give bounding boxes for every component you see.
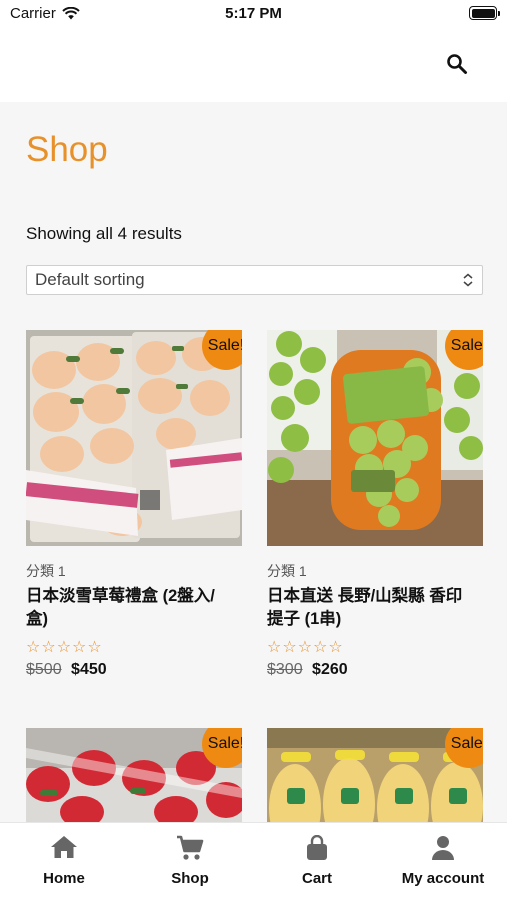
regular-price: $500 [26, 661, 62, 678]
bottom-tab-bar: Home Shop Cart My account [0, 822, 507, 900]
page-title: Shop [26, 130, 108, 169]
product-image[interactable]: Sale! [26, 728, 242, 822]
home-icon [51, 836, 77, 858]
status-time: 5:17 PM [225, 5, 282, 22]
tab-my-account[interactable]: My account [383, 823, 503, 900]
product-category: 分類 1 [267, 563, 307, 579]
battery-icon [469, 6, 500, 20]
regular-price: $300 [267, 661, 303, 678]
cart-icon [177, 835, 204, 860]
rating-stars: ☆☆☆☆☆ [267, 639, 344, 656]
tab-label: Home [43, 870, 85, 887]
sort-select[interactable]: Default sorting [26, 265, 483, 295]
product-price: $300 $260 [267, 661, 348, 679]
sale-price: $260 [312, 661, 348, 678]
product-image[interactable]: Sale! [267, 728, 483, 822]
tab-cart[interactable]: Cart [257, 823, 377, 900]
sort-selected-value: Default sorting [35, 270, 145, 289]
product-price: $500 $450 [26, 661, 107, 679]
result-count: Showing all 4 results [26, 224, 182, 243]
sale-price: $450 [71, 661, 107, 678]
tab-label: Cart [301, 870, 332, 887]
bag-icon [307, 835, 327, 860]
rating-stars: ☆☆☆☆☆ [26, 639, 103, 656]
tab-label: Shop [171, 870, 209, 887]
product-image[interactable]: Sale! [267, 330, 483, 546]
status-bar: Carrier 5:17 PM [0, 0, 507, 28]
chevron-updown-icon [463, 273, 473, 287]
product-name[interactable]: 日本淡雪草莓禮盒 (2盤入/盒) [26, 585, 236, 631]
product-category: 分類 1 [26, 563, 66, 579]
tab-shop[interactable]: Shop [130, 823, 250, 900]
tab-label: My account [401, 870, 485, 887]
shop-content: Shop Showing all 4 results Default sorti… [0, 102, 507, 822]
product-image[interactable]: Sale! [26, 330, 242, 546]
search-icon[interactable] [445, 52, 469, 76]
user-icon [432, 836, 454, 860]
app-header [0, 28, 507, 102]
product-name[interactable]: 日本直送 長野/山梨縣 香印提子 (1串) [267, 585, 477, 631]
tab-home[interactable]: Home [4, 823, 124, 900]
